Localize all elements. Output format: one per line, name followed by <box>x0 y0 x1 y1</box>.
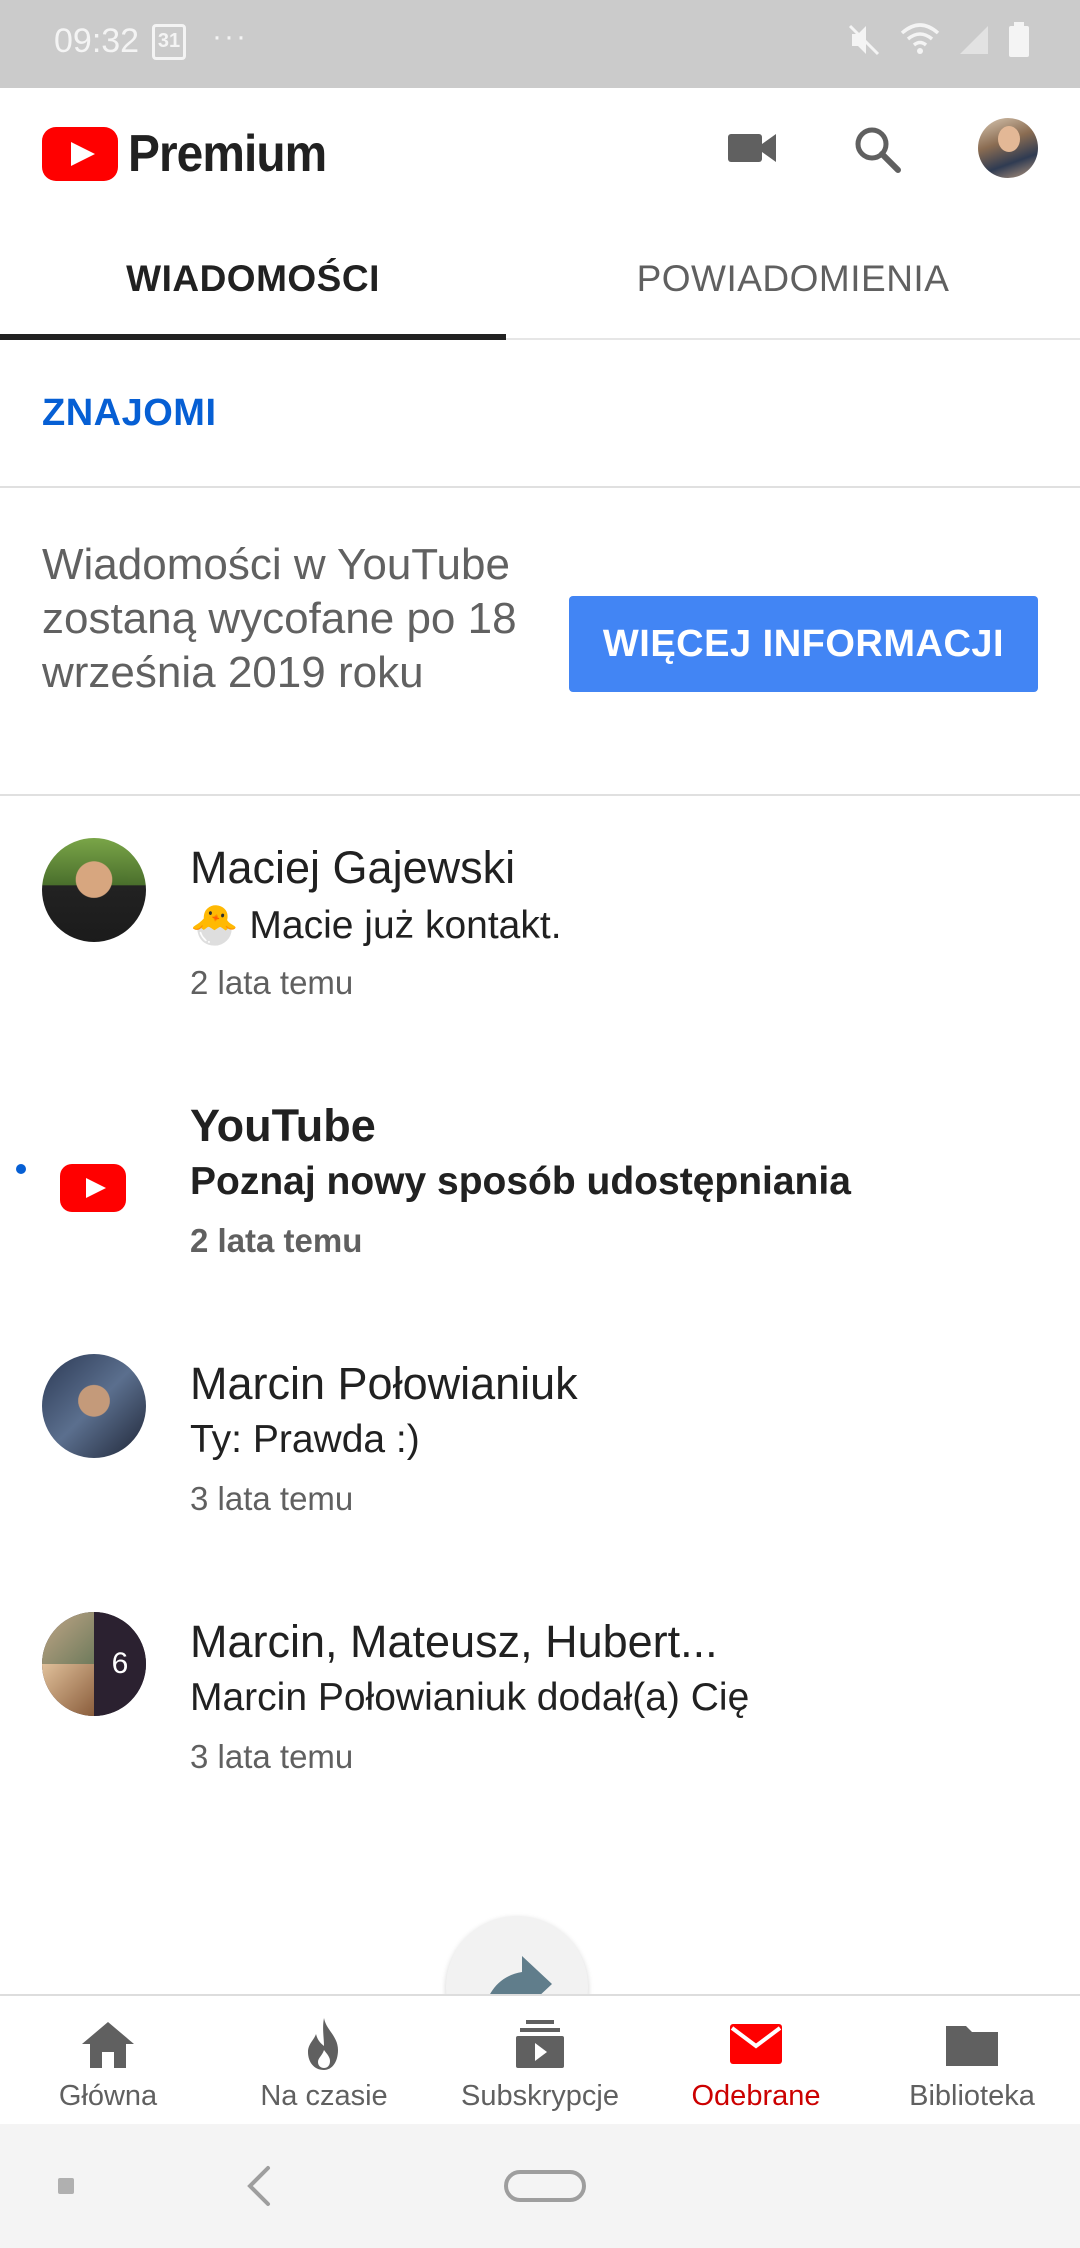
friends-row[interactable]: ZNAJOMI <box>0 340 1080 488</box>
signal-icon <box>960 26 988 54</box>
group-member-count: 6 <box>94 1612 146 1716</box>
video-camera-icon[interactable] <box>726 124 778 172</box>
nav-trending[interactable]: Na czasie <box>216 1996 432 2126</box>
conversation-preview: Ty: Prawda :) <box>190 1418 420 1461</box>
deprecation-banner: Wiadomości w YouTube zostaną wycofane po… <box>0 488 1080 796</box>
friends-link[interactable]: ZNAJOMI <box>42 392 217 435</box>
system-navigation-bar <box>0 2124 1080 2248</box>
unread-indicator <box>16 1164 26 1174</box>
conversation-name: YouTube <box>190 1100 376 1151</box>
battery-icon <box>1009 22 1029 57</box>
conversation-item[interactable]: YouTube Poznaj nowy sposób udostępniania… <box>0 1056 1080 1314</box>
youtube-premium-logo[interactable]: Premium <box>42 124 344 184</box>
conversation-preview: Marcin Połowianiuk dodał(a) Cię <box>190 1676 750 1719</box>
inbox-icon <box>730 2024 782 2064</box>
conversation-preview: Poznaj nowy sposób udostępniania <box>190 1160 851 1203</box>
conversation-item[interactable]: Maciej Gajewski 🐣 Macie już kontakt. 2 l… <box>0 798 1080 1056</box>
app-bar: Premium <box>0 88 1080 218</box>
brand-name: Premium <box>128 125 327 183</box>
nav-library[interactable]: Biblioteka <box>864 1996 1080 2126</box>
tab-notifications[interactable]: POWIADOMIENIA <box>540 218 1046 340</box>
recent-apps-button[interactable] <box>58 2178 74 2194</box>
calendar-icon: 31 <box>152 24 186 60</box>
conversation-time: 3 lata temu <box>190 1738 354 1775</box>
conversation-name: Marcin Połowianiuk <box>190 1358 578 1409</box>
mute-icon <box>848 24 880 56</box>
home-button[interactable] <box>504 2170 586 2202</box>
nav-subscriptions[interactable]: Subskrypcje <box>432 1996 648 2126</box>
status-time: 09:32 <box>54 22 140 60</box>
tab-bar: WIADOMOŚCI POWIADOMIENIA <box>0 218 1080 340</box>
conversation-item[interactable]: 6 Marcin, Mateusz, Hubert... Marcin Poło… <box>0 1572 1080 1830</box>
conversation-name: Maciej Gajewski <box>190 842 516 893</box>
wifi-icon <box>900 23 940 54</box>
account-avatar[interactable] <box>978 118 1038 178</box>
conversation-preview: 🐣 Macie już kontakt. <box>190 902 562 948</box>
nav-label: Odebrane <box>691 2080 821 2112</box>
nav-label: Na czasie <box>260 2080 388 2112</box>
home-icon <box>82 2022 134 2068</box>
nav-label: Subskrypcje <box>461 2080 619 2112</box>
nav-label: Biblioteka <box>909 2080 1035 2112</box>
chick-emoji-icon: 🐣 <box>190 904 239 947</box>
back-arrow-icon[interactable] <box>244 2164 274 2208</box>
flame-icon <box>308 2018 338 2070</box>
avatar <box>42 838 146 942</box>
preview-text: Macie już kontakt. <box>249 904 562 947</box>
avatar <box>42 1664 94 1716</box>
status-bar: 09:32 31 ··· <box>0 0 1080 88</box>
bottom-navigation: Główna Na czasie Subskrypcje Odebrane Bi… <box>0 1994 1080 2124</box>
more-notifications-icon: ··· <box>212 20 248 53</box>
youtube-logo-icon <box>42 127 118 181</box>
folder-icon <box>946 2026 998 2066</box>
search-icon[interactable] <box>852 124 902 174</box>
tab-messages[interactable]: WIADOMOŚCI <box>0 218 506 340</box>
nav-inbox[interactable]: Odebrane <box>648 1996 864 2126</box>
more-info-button[interactable]: WIĘCEJ INFORMACJI <box>569 596 1038 692</box>
conversation-time: 2 lata temu <box>190 1222 363 1259</box>
conversation-time: 3 lata temu <box>190 1480 354 1517</box>
conversation-item[interactable]: Marcin Połowianiuk Ty: Prawda :) 3 lata … <box>0 1314 1080 1572</box>
group-avatar: 6 <box>42 1612 146 1716</box>
banner-text: Wiadomości w YouTube zostaną wycofane po… <box>42 540 517 697</box>
nav-label: Główna <box>58 2080 158 2112</box>
youtube-logo-icon <box>60 1164 126 1212</box>
avatar <box>42 1612 94 1664</box>
conversation-name: Marcin, Mateusz, Hubert... <box>190 1616 718 1667</box>
subscriptions-icon <box>516 2020 564 2068</box>
nav-home[interactable]: Główna <box>0 1996 216 2126</box>
conversation-time: 2 lata temu <box>190 964 354 1001</box>
avatar <box>42 1354 146 1458</box>
